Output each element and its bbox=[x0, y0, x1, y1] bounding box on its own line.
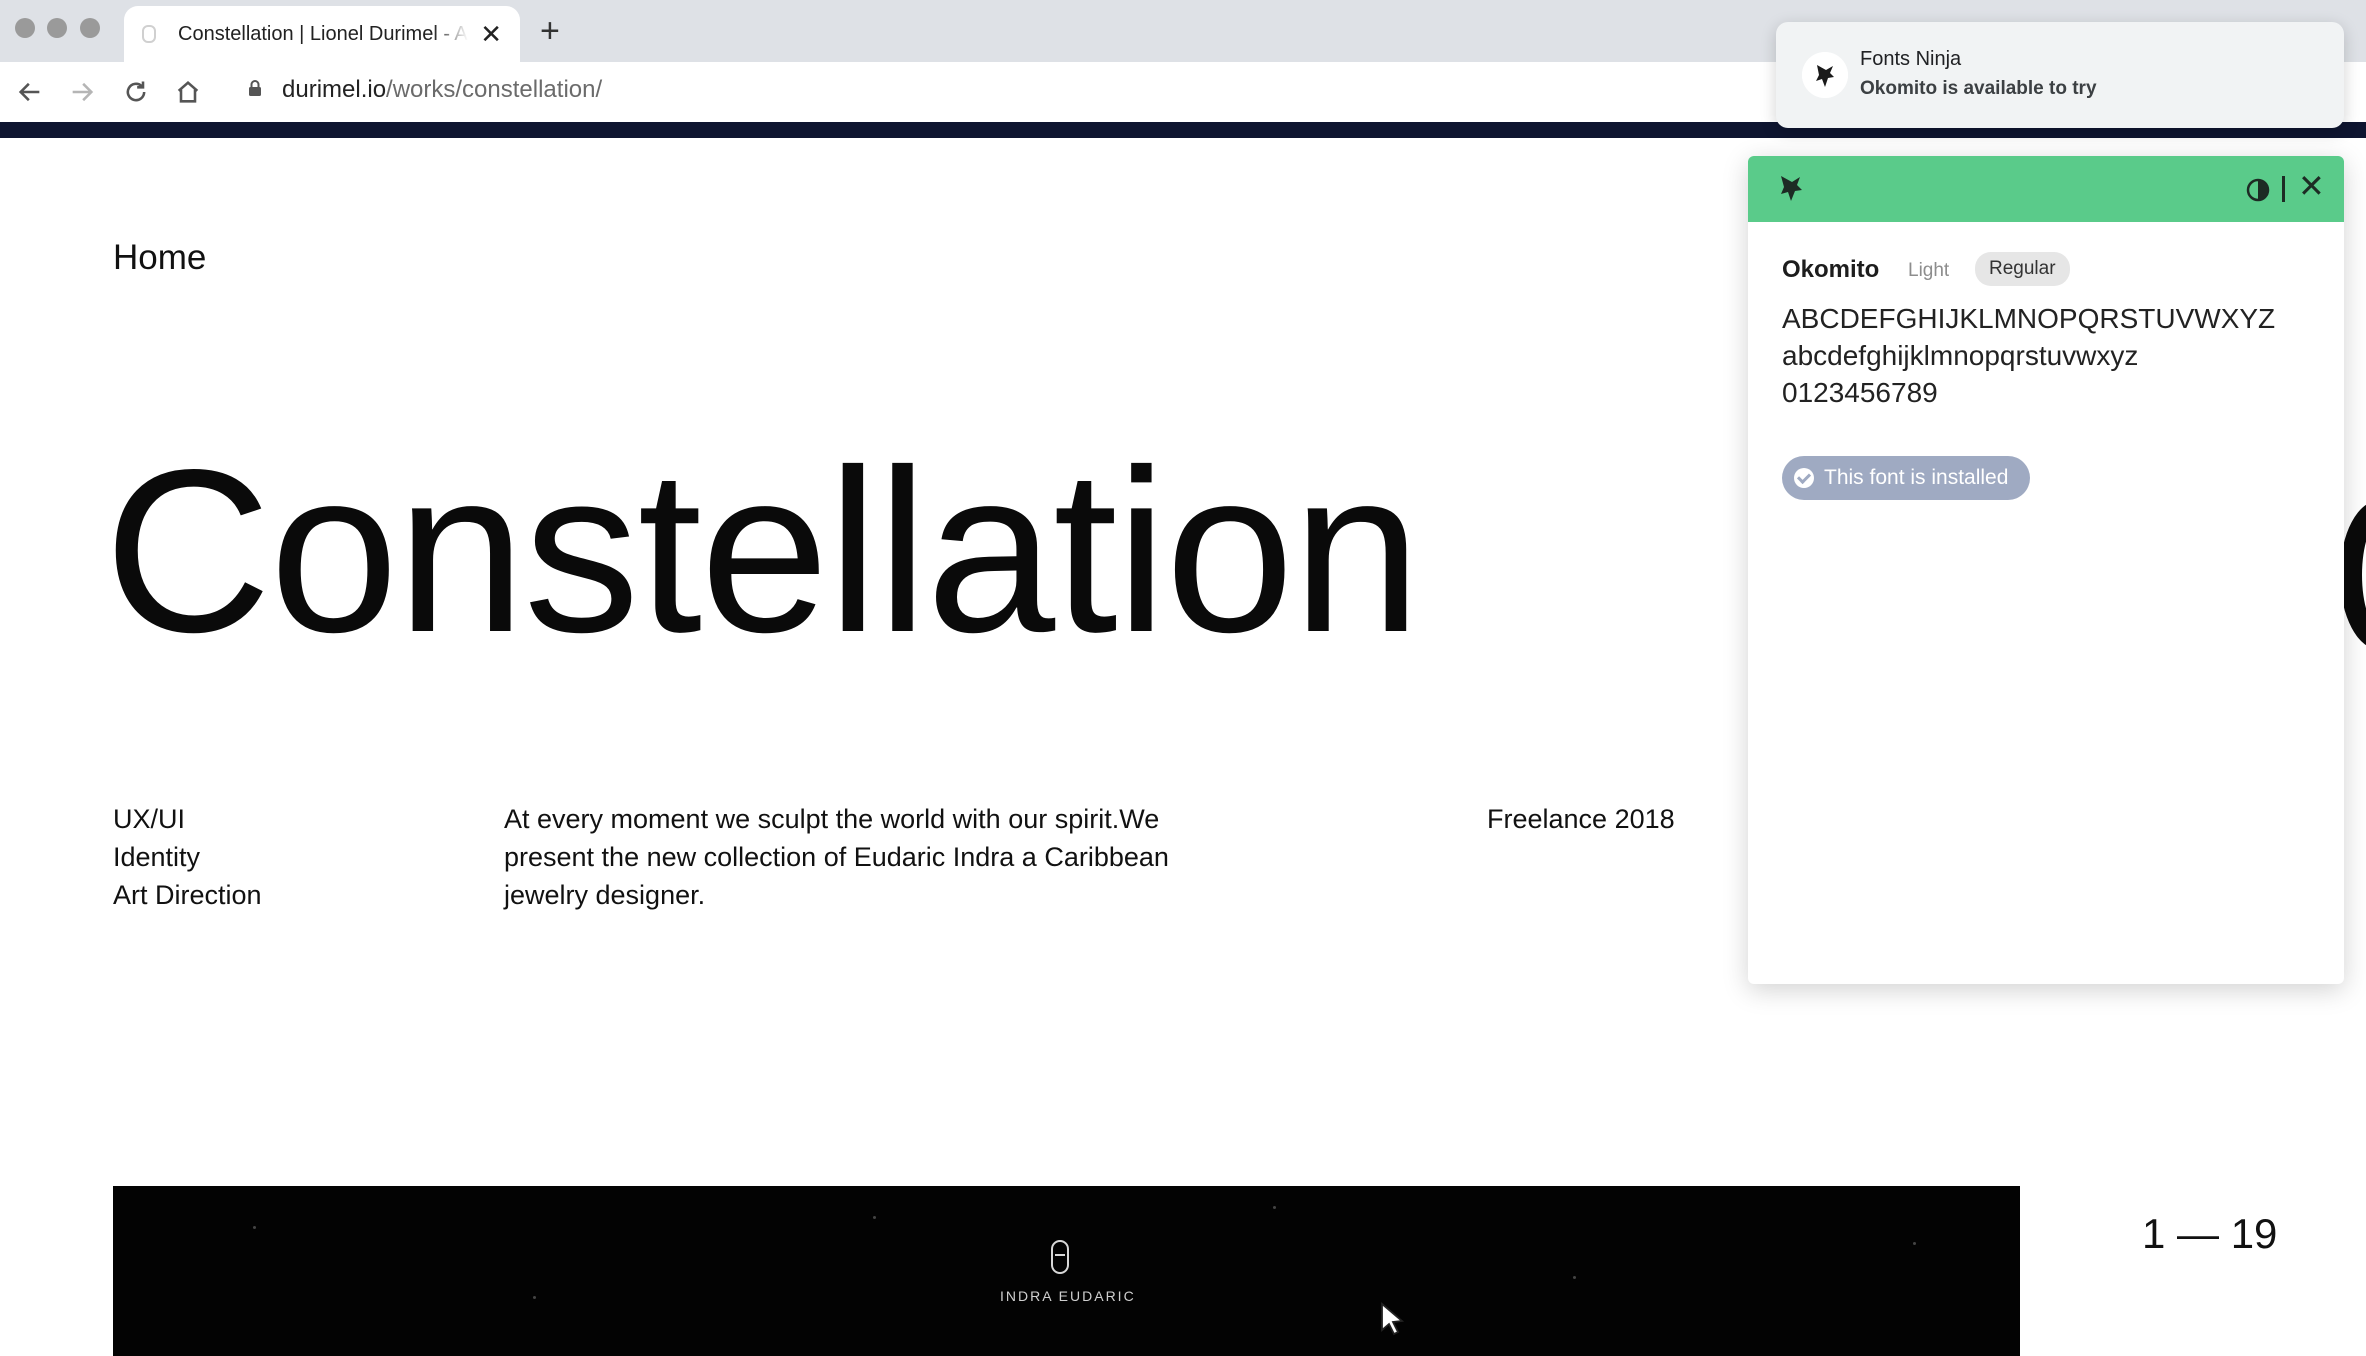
installed-badge: This font is installed bbox=[1782, 456, 2031, 500]
window-close-control[interactable] bbox=[15, 18, 35, 38]
service-item: UX/UI bbox=[113, 804, 186, 834]
star bbox=[873, 1216, 876, 1219]
specimen-digits: 0123456789 bbox=[1782, 377, 1938, 408]
installed-label: This font is installed bbox=[1824, 466, 2009, 489]
star bbox=[1913, 1242, 1916, 1245]
reload-icon[interactable] bbox=[120, 76, 152, 108]
tab-title: Constellation | Lionel Durimel - A bbox=[178, 22, 468, 45]
fonts-ninja-panel: ✕ Okomito Light Regular ABCDEFGHIJKLMNOP… bbox=[1748, 156, 2344, 984]
service-item: Identity bbox=[113, 842, 201, 872]
url-path: /works/constellation/ bbox=[386, 76, 603, 103]
star bbox=[1273, 1206, 1276, 1209]
ninja-logo-icon bbox=[1802, 52, 1848, 98]
brand-logo-icon bbox=[1051, 1240, 1069, 1274]
weight-option-regular[interactable]: Regular bbox=[1975, 252, 2070, 286]
project-description: At every moment we sculpt the world with… bbox=[504, 804, 1169, 910]
notification-title: Fonts Ninja bbox=[1860, 48, 1962, 70]
font-name: Okomito bbox=[1782, 256, 1880, 283]
star bbox=[1573, 1276, 1576, 1279]
tab-close-icon[interactable]: ✕ bbox=[480, 21, 502, 47]
specimen-uppercase: ABCDEFGHIJKLMNOPQRSTUVWXYZ bbox=[1782, 303, 2276, 334]
fonts-ninja-notification[interactable]: Fonts Ninja Okomito is available to try bbox=[1776, 22, 2344, 128]
url-domain: durimel.io bbox=[282, 76, 387, 103]
notification-body: Okomito is available to try bbox=[1860, 78, 2097, 99]
header-divider bbox=[2282, 176, 2285, 202]
specimen-lowercase: abcdefghijklmnopqrstuvwxyz bbox=[1782, 340, 2139, 371]
weight-option-light[interactable]: Light bbox=[1908, 260, 1949, 282]
close-icon[interactable]: ✕ bbox=[2298, 170, 2325, 202]
page-title: Constellation bbox=[104, 422, 1421, 681]
home-link[interactable]: Home bbox=[113, 238, 206, 278]
ninja-logo-icon[interactable] bbox=[1772, 168, 1812, 208]
cursor-icon bbox=[1381, 1302, 1404, 1336]
back-icon[interactable] bbox=[14, 76, 46, 108]
forward-icon[interactable] bbox=[66, 76, 98, 108]
lock-icon bbox=[249, 80, 261, 96]
home-icon[interactable] bbox=[172, 76, 204, 108]
star bbox=[533, 1296, 536, 1299]
favicon-icon bbox=[142, 25, 156, 43]
slide-counter: 1 — 19 bbox=[2142, 1210, 2278, 1257]
services-list: UX/UI Identity Art Direction bbox=[113, 800, 262, 914]
brand-name: INDRA EUDARIC bbox=[1000, 1288, 1136, 1304]
panel-header: ✕ bbox=[1748, 156, 2344, 222]
new-tab-button[interactable]: + bbox=[540, 14, 560, 48]
theme-toggle-icon[interactable] bbox=[2246, 178, 2270, 202]
browser-tab-active[interactable]: Constellation | Lionel Durimel - A ✕ bbox=[124, 6, 520, 62]
project-showcase-image: INDRA EUDARIC bbox=[113, 1186, 2020, 1356]
address-bar[interactable]: durimel.io/works/constellation/ bbox=[282, 76, 602, 104]
font-specimen: ABCDEFGHIJKLMNOPQRSTUVWXYZ abcdefghijklm… bbox=[1782, 300, 2275, 411]
service-item: Art Direction bbox=[113, 880, 262, 910]
window-zoom-control[interactable] bbox=[80, 18, 100, 38]
star bbox=[253, 1226, 256, 1229]
project-meta: Freelance 2018 bbox=[1487, 804, 1675, 834]
check-circle-icon bbox=[1794, 468, 1814, 488]
window-minimize-control[interactable] bbox=[47, 18, 67, 38]
